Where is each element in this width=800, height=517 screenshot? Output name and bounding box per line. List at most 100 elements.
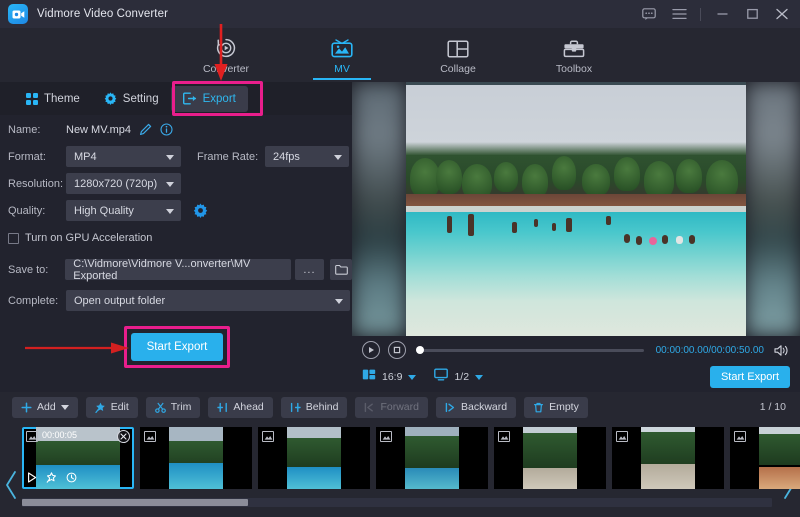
clip-thumbnail[interactable] — [494, 427, 606, 489]
toolbar-button-backward[interactable]: Backward — [436, 397, 516, 418]
volume-icon[interactable] — [774, 344, 790, 357]
save-to-label: Save to: — [0, 264, 65, 276]
clip-toolbar: Add Edit Trim Ahead Behind — [0, 392, 800, 422]
nav-tab-mv[interactable]: MV — [303, 32, 381, 75]
video-preview[interactable] — [352, 82, 800, 336]
clip-duration-icon[interactable] — [66, 472, 77, 486]
format-select[interactable]: MP4 — [66, 146, 181, 167]
aspect-ratio-control[interactable]: 16:9 — [362, 368, 416, 386]
chevron-down-icon[interactable] — [408, 375, 416, 380]
toolbar-button-empty-label: Empty — [549, 401, 579, 413]
toolbar-button-behind[interactable]: Behind — [281, 397, 348, 418]
clip-thumbnail-image — [405, 427, 459, 489]
toolbar-button-ahead[interactable]: Ahead — [208, 397, 272, 418]
clip-play-icon[interactable] — [27, 472, 37, 486]
aspect-ratio-icon — [362, 368, 376, 386]
image-icon — [498, 431, 510, 442]
move-forward-icon — [364, 402, 375, 413]
clip-thumbnail[interactable] — [258, 427, 370, 489]
format-value: MP4 — [74, 151, 97, 163]
save-to-path[interactable]: C:\Vidmore\Vidmore V...onverter\MV Expor… — [65, 259, 290, 280]
complete-action-select[interactable]: Open output folder — [66, 290, 350, 311]
hamburger-menu-icon[interactable] — [665, 1, 693, 27]
chevron-down-icon[interactable] — [61, 405, 69, 410]
quality-value: High Quality — [74, 205, 134, 217]
complete-row: Complete: Open output folder — [0, 288, 352, 313]
clip-thumbnail[interactable] — [376, 427, 488, 489]
image-icon — [380, 431, 392, 442]
maximize-icon[interactable] — [738, 1, 766, 27]
toolbar-button-forward[interactable]: Forward — [355, 397, 428, 418]
nav-tab-collage[interactable]: Collage — [419, 32, 497, 75]
quality-select[interactable]: High Quality — [66, 200, 181, 221]
preview-water — [406, 212, 746, 336]
clip-effect-icon[interactable] — [46, 472, 57, 486]
stop-icon[interactable] — [388, 341, 406, 359]
preview-blur-right — [746, 82, 800, 336]
sub-tab-export-label: Export — [203, 93, 236, 105]
clip-thumbnail-image — [641, 427, 695, 489]
resolution-select[interactable]: 1280x720 (720p) — [66, 173, 181, 194]
scissors-icon — [155, 402, 166, 413]
start-export-button-player[interactable]: Start Export — [710, 366, 790, 388]
clip-thumbnail-image — [759, 427, 800, 489]
gpu-acceleration-row[interactable]: Turn on GPU Acceleration — [0, 227, 352, 249]
gpu-acceleration-checkbox[interactable] — [8, 233, 19, 244]
preview-frame — [406, 82, 746, 336]
resolution-label: Resolution: — [0, 178, 66, 190]
timeline-scrollbar-thumb[interactable] — [22, 499, 248, 506]
export-sub-tabs: Theme Setting Export — [0, 82, 352, 115]
sub-tab-setting-label: Setting — [123, 93, 159, 105]
clip-thumbnail-selected[interactable]: 00:00:05 — [22, 427, 134, 489]
timeline-scrollbar[interactable] — [22, 498, 772, 507]
playback-progress-slider[interactable] — [416, 349, 644, 352]
play-icon[interactable] — [362, 341, 380, 359]
quality-label: Quality: — [0, 205, 66, 217]
toolbar-button-empty[interactable]: Empty — [524, 397, 588, 418]
save-to-value: C:\Vidmore\Vidmore V...onverter\MV Expor… — [73, 258, 290, 282]
clip-remove-icon[interactable] — [117, 430, 130, 443]
feedback-icon[interactable] — [635, 1, 663, 27]
browse-button[interactable]: ... — [295, 259, 325, 280]
aspect-ratio-value: 16:9 — [382, 371, 402, 383]
player-transport-row: 00:00:00.00/00:00:50.00 — [352, 336, 800, 364]
clip-tool-overlay — [27, 472, 77, 486]
timeline-prev-icon[interactable] — [4, 470, 18, 505]
start-export-button[interactable]: Start Export — [131, 333, 223, 361]
close-icon[interactable] — [768, 1, 796, 27]
chevron-down-icon — [335, 299, 343, 304]
clip-thumbnail[interactable] — [612, 427, 724, 489]
magic-wand-icon — [95, 402, 106, 413]
sub-tab-theme-label: Theme — [44, 93, 80, 105]
advanced-settings-gear-icon[interactable] — [193, 203, 208, 218]
open-folder-icon[interactable] — [330, 259, 352, 280]
clip-timeline: 00:00:05 — [0, 422, 800, 517]
gear-icon — [104, 92, 117, 105]
clip-thumbnail[interactable] — [730, 427, 800, 489]
toolbar-button-forward-label: Forward — [380, 401, 419, 413]
sub-tab-setting[interactable]: Setting — [92, 86, 171, 112]
toolbar-button-edit[interactable]: Edit — [86, 397, 138, 418]
page-indicator: 1 / 10 — [760, 401, 786, 413]
toolbar-button-trim[interactable]: Trim — [146, 397, 201, 418]
quality-row: Quality: High Quality — [0, 198, 352, 223]
toolbar-button-add[interactable]: Add — [12, 397, 78, 418]
sub-tab-export[interactable]: Export — [171, 86, 248, 112]
minimize-icon[interactable] — [708, 1, 736, 27]
frame-rate-select[interactable]: 24fps — [265, 146, 349, 167]
zoom-control[interactable]: 1/2 — [434, 368, 483, 386]
clip-thumbnail[interactable] — [140, 427, 252, 489]
red-arrow-right-icon — [25, 337, 130, 359]
main-nav: Converter MV Collage Toolbox — [0, 28, 800, 81]
info-icon[interactable] — [160, 123, 173, 136]
chevron-down-icon — [166, 209, 174, 214]
nav-tab-toolbox[interactable]: Toolbox — [535, 32, 613, 75]
pencil-icon[interactable] — [139, 123, 152, 136]
name-row: Name: New MV.mp4 — [0, 117, 352, 142]
playback-progress-handle[interactable] — [416, 346, 424, 354]
sub-tab-theme[interactable]: Theme — [14, 86, 92, 112]
mv-icon — [330, 35, 354, 59]
chevron-down-icon[interactable] — [475, 375, 483, 380]
toolbar-button-ahead-label: Ahead — [233, 401, 263, 413]
zoom-value: 1/2 — [454, 371, 469, 383]
